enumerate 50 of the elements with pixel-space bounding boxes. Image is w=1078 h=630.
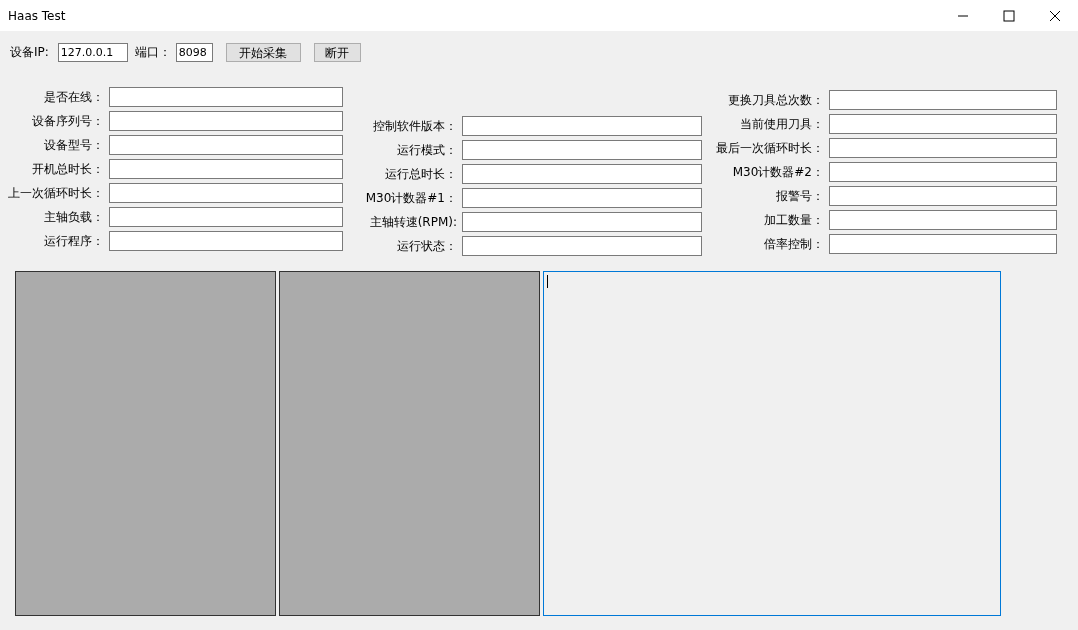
value-field[interactable] bbox=[462, 164, 702, 184]
value-field[interactable] bbox=[462, 116, 702, 136]
port-field[interactable]: 8098 bbox=[175, 42, 213, 62]
value-field[interactable] bbox=[109, 183, 343, 203]
field-label: 运行程序： bbox=[43, 233, 104, 250]
value-field[interactable] bbox=[462, 140, 702, 160]
field-label: 倍率控制： bbox=[763, 236, 824, 253]
port-label: 端口： bbox=[134, 44, 171, 61]
text-cursor bbox=[547, 275, 548, 288]
field-label: 更换刀具总次数： bbox=[727, 92, 824, 109]
field-label: 设备序列号： bbox=[31, 113, 104, 130]
window-title: Haas Test bbox=[7, 7, 66, 25]
ip-label: 设备IP: bbox=[10, 44, 49, 61]
value-field[interactable] bbox=[829, 234, 1057, 254]
field-label: 控制软件版本： bbox=[372, 118, 457, 135]
value-field[interactable] bbox=[829, 114, 1057, 134]
value-field[interactable] bbox=[109, 207, 343, 227]
value-field[interactable] bbox=[462, 188, 702, 208]
toolbar-button[interactable]: 断开 bbox=[313, 42, 361, 62]
field-label: 上一次循环时长： bbox=[7, 185, 104, 202]
field-label: 运行总时长： bbox=[384, 166, 457, 183]
value-field[interactable] bbox=[109, 231, 343, 251]
field-label: 设备型号： bbox=[43, 137, 104, 154]
field-label: M30计数器#1： bbox=[364, 190, 457, 207]
field-label: 运行模式： bbox=[396, 142, 457, 159]
ip-field[interactable]: 127.0.0.1 bbox=[57, 42, 128, 62]
toolbar-button[interactable]: 开始采集 bbox=[225, 42, 301, 62]
field-label: 开机总时长： bbox=[31, 161, 104, 178]
field-label: 运行状态： bbox=[396, 238, 457, 255]
field-label: 当前使用刀具： bbox=[739, 116, 824, 133]
value-field[interactable] bbox=[109, 87, 343, 107]
field-label: 主轴负载： bbox=[43, 209, 104, 226]
value-field[interactable] bbox=[829, 90, 1057, 110]
value-field[interactable] bbox=[829, 162, 1057, 182]
value-field[interactable] bbox=[829, 210, 1057, 230]
value-field[interactable] bbox=[462, 236, 702, 256]
value-field[interactable] bbox=[109, 135, 343, 155]
value-field[interactable] bbox=[462, 212, 702, 232]
value-field[interactable] bbox=[829, 186, 1057, 206]
field-label: 最后一次循环时长： bbox=[715, 140, 824, 157]
field-label: 报警号： bbox=[775, 188, 824, 205]
field-label: 是否在线： bbox=[43, 89, 104, 106]
field-label: 加工数量： bbox=[763, 212, 824, 229]
field-label: 主轴转速(RPM): bbox=[368, 214, 457, 231]
value-field[interactable] bbox=[829, 138, 1057, 158]
field-label: M30计数器#2： bbox=[731, 164, 824, 181]
maximize-icon[interactable] bbox=[1003, 9, 1015, 22]
value-field[interactable] bbox=[109, 159, 343, 179]
value-field[interactable] bbox=[109, 111, 343, 131]
close-icon[interactable] bbox=[1049, 9, 1061, 22]
